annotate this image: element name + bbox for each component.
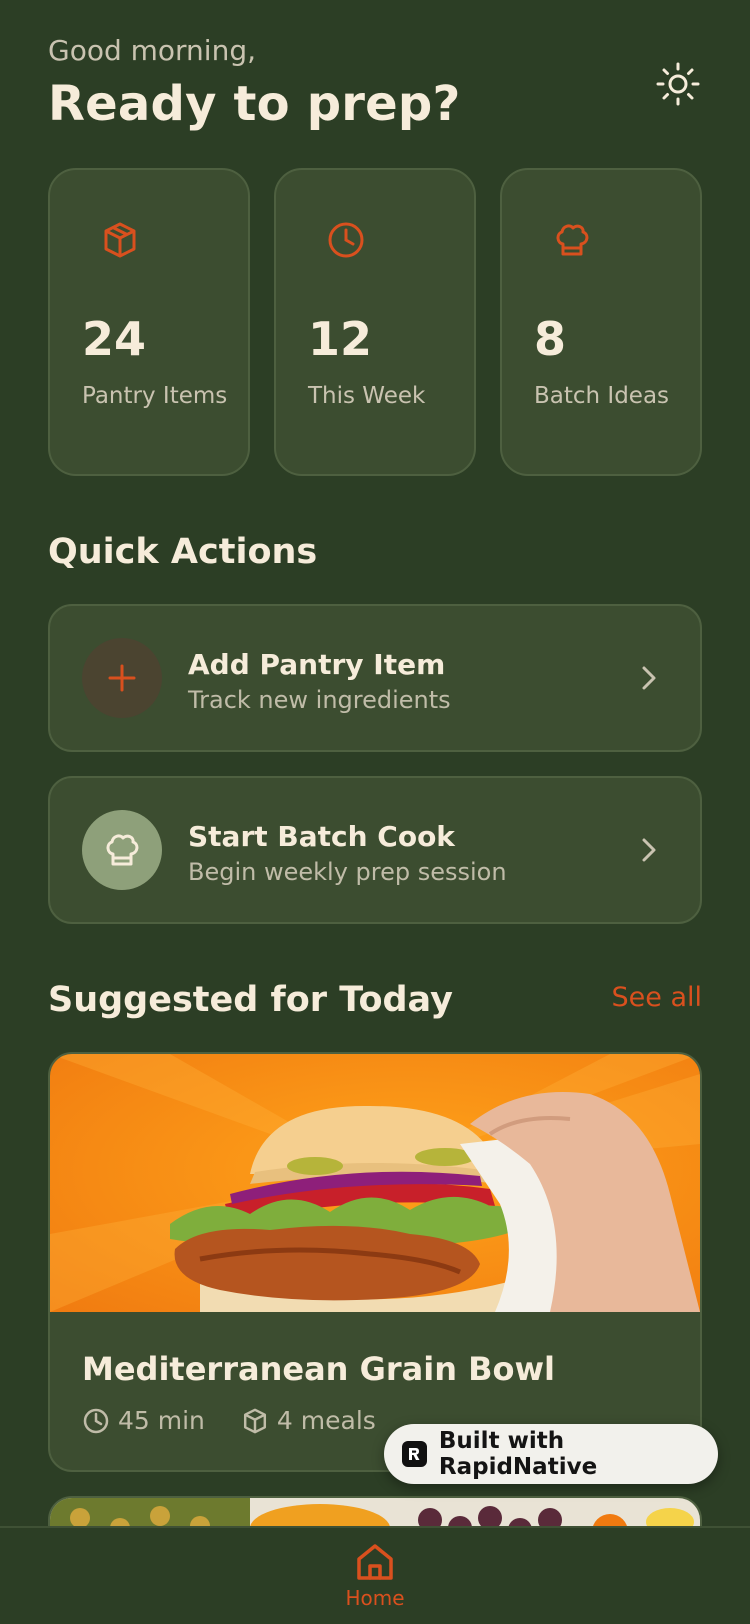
recipe-title: Mediterranean Grain Bowl	[82, 1350, 556, 1388]
stat-label: Pantry Items	[82, 383, 228, 409]
sun-icon	[656, 62, 700, 106]
action-title: Start Batch Cook	[188, 820, 455, 853]
chevron-right-icon	[642, 838, 656, 862]
package-icon	[104, 222, 136, 258]
recipe-meta: 45 min 4 meals	[82, 1406, 400, 1435]
stat-value: 8	[534, 312, 567, 366]
clock-icon	[83, 1408, 109, 1433]
tab-home-label: Home	[345, 1586, 405, 1610]
greeting-text: Good morning,	[48, 34, 257, 67]
recipe-time-text: 45 min	[118, 1406, 205, 1435]
action-subtitle: Track new ingredients	[188, 686, 451, 714]
stat-value: 24	[82, 312, 147, 366]
recipe-meals: 4 meals	[241, 1406, 376, 1435]
stats-row: 24 Pantry Items 12 This Week 8 Batch Ide…	[48, 168, 702, 476]
chef-hat-icon	[556, 224, 589, 256]
chef-hat-icon	[106, 834, 139, 866]
recipe-card[interactable]: Mediterranean Grain Bowl 45 min 4 meals	[48, 1052, 702, 1472]
suggested-title: Suggested for Today	[48, 980, 453, 1020]
quick-actions-title: Quick Actions	[48, 532, 318, 572]
page-title: Ready to prep?	[48, 76, 461, 132]
stat-value: 12	[308, 312, 373, 366]
start-batch-cook-button[interactable]: Start Batch Cook Begin weekly prep sessi…	[48, 776, 702, 924]
stat-label: Batch Ideas	[534, 383, 670, 409]
bottom-tab-bar: Home	[0, 1526, 750, 1624]
package-icon	[243, 1408, 266, 1433]
chevron-right-icon	[642, 666, 656, 690]
action-title: Add Pantry Item	[188, 648, 446, 681]
chef-icon-container	[82, 810, 162, 890]
theme-toggle-button[interactable]	[652, 58, 704, 110]
stat-label: This Week	[308, 383, 426, 409]
home-screen: Good morning, Ready to prep? 24 Pantry I…	[0, 0, 750, 1624]
stat-card-batch[interactable]: 8 Batch Ideas	[500, 168, 702, 476]
recipe-meals-text: 4 meals	[276, 1406, 376, 1435]
stat-card-week[interactable]: 12 This Week	[274, 168, 476, 476]
see-all-link[interactable]: See all	[612, 982, 703, 1013]
home-icon	[357, 1544, 393, 1580]
recipe-image	[50, 1054, 700, 1312]
built-with-badge[interactable]: Built with RapidNative	[384, 1424, 718, 1484]
tab-home[interactable]: Home	[345, 1540, 405, 1610]
rapidnative-logo-icon	[402, 1441, 427, 1467]
clock-icon	[328, 222, 364, 258]
badge-text: Built with RapidNative	[438, 1428, 598, 1480]
add-pantry-item-button[interactable]: Add Pantry Item Track new ingredients	[48, 604, 702, 752]
plus-icon	[108, 664, 136, 692]
stat-card-pantry[interactable]: 24 Pantry Items	[48, 168, 250, 476]
recipe-time: 45 min	[82, 1406, 205, 1435]
action-subtitle: Begin weekly prep session	[188, 858, 507, 886]
add-icon-container	[82, 638, 162, 718]
